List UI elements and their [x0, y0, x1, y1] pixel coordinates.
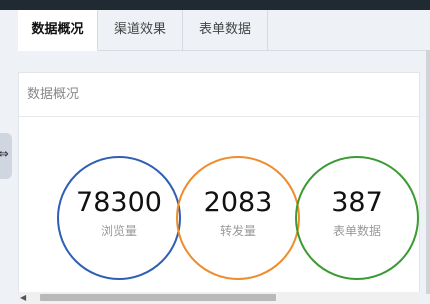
stat-form-data-value: 387 [331, 187, 383, 218]
tab-form-data[interactable]: 表单数据 [183, 10, 268, 50]
stat-shares: 2083 转发量 [176, 156, 300, 280]
collapse-arrows-icon: ⇔ [0, 147, 9, 162]
tab-overview[interactable]: 数据概况 [18, 10, 98, 51]
tab-channel-effect[interactable]: 渠道效果 [98, 10, 183, 50]
tab-bar: 数据概况 渠道效果 表单数据 [18, 10, 430, 51]
stat-shares-label: 转发量 [219, 224, 256, 238]
scrollbar-thumb[interactable] [40, 294, 276, 301]
stat-views: 78300 浏览量 [57, 156, 181, 280]
stat-form-data-label: 表单数据 [332, 224, 381, 238]
stat-views-value: 78300 [76, 187, 162, 218]
card-title: 数据概况 [19, 73, 419, 117]
vertical-scrollbar[interactable] [426, 50, 430, 294]
overview-card: 数据概况 78300 浏览量 2083 转发量 387 表单数据 [18, 72, 420, 294]
top-bar [0, 0, 430, 10]
stat-views-label: 浏览量 [100, 224, 137, 238]
horizontal-scrollbar[interactable]: ◀ [18, 292, 420, 304]
stat-shares-value: 2083 [203, 187, 273, 218]
stat-form-data: 387 表单数据 [295, 156, 419, 280]
scroll-left-arrow-icon[interactable]: ◀ [20, 292, 26, 304]
side-panel-toggle[interactable]: ⇔ [0, 133, 12, 179]
